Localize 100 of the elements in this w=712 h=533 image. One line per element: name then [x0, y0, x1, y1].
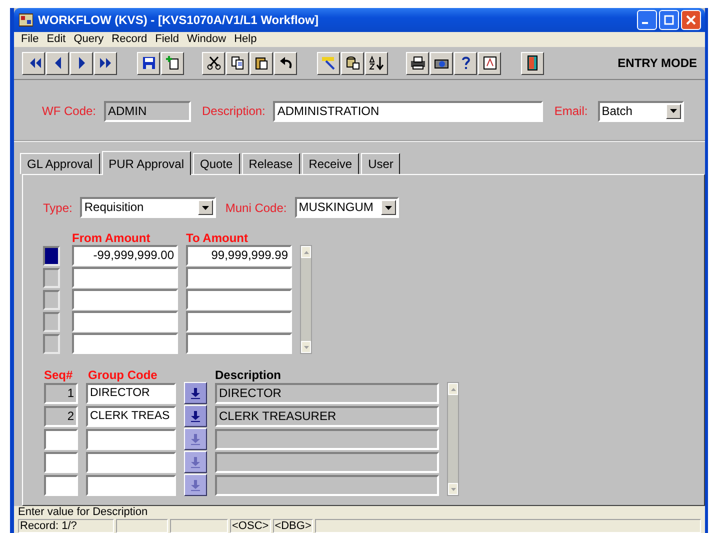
group-code-field[interactable] [86, 474, 176, 496]
field-label: WF Code: [42, 104, 96, 118]
group-description-field: DIRECTOR [215, 382, 439, 404]
status-flag: <OSC> [230, 519, 271, 533]
toolbar-button[interactable] [137, 52, 160, 75]
mode-indicator: ENTRY MODE [618, 56, 697, 70]
toolbar-button[interactable] [202, 52, 225, 75]
close-icon [686, 14, 696, 25]
menu-item[interactable]: Window [182, 33, 230, 46]
toolbar-button[interactable] [94, 52, 117, 75]
from-amount-field[interactable] [72, 311, 178, 332]
toolbar-button[interactable] [226, 52, 249, 75]
toolbar-button[interactable] [454, 52, 477, 75]
record-counter: Record: 1/? [18, 519, 114, 533]
sequence-field[interactable] [44, 428, 78, 450]
menu-item[interactable]: Record [108, 33, 152, 46]
to-amount-field[interactable]: 99,999,999.99 [186, 245, 292, 266]
toolbar-button[interactable] [341, 52, 364, 75]
to-amount-field[interactable] [186, 333, 292, 354]
tab[interactable]: Quote [192, 153, 240, 174]
menu-item[interactable]: File [17, 33, 43, 46]
column-header: Description [215, 368, 282, 382]
group-code-field[interactable]: DIRECTOR [86, 382, 176, 404]
status-message: Enter value for Description [18, 506, 149, 519]
toolbar-button[interactable] [250, 52, 273, 75]
record-indicator[interactable] [43, 246, 60, 266]
toolbar-button[interactable] [274, 52, 297, 75]
scroll-up-icon [450, 388, 456, 390]
menu-item[interactable]: Help [230, 33, 261, 46]
column-header: Group Code [88, 368, 158, 382]
tab[interactable]: Release [242, 153, 300, 174]
window-title: WORKFLOW (KVS) - [KVS1070A/V1/L1 Workflow] [38, 12, 320, 27]
toolbar-button[interactable] [70, 52, 93, 75]
download-arrow-icon [191, 434, 200, 444]
download-arrow-icon [191, 410, 200, 422]
paste-icon [254, 55, 270, 72]
status-cell [170, 519, 228, 533]
field-label: Email: [554, 104, 588, 118]
toolbar-button[interactable] [406, 52, 429, 75]
toolbar-button[interactable] [478, 52, 501, 75]
download-arrow-icon [191, 388, 200, 398]
download-arrow-icon [191, 480, 200, 490]
wf-code-field: ADMIN [104, 100, 192, 122]
scrollbar[interactable] [447, 382, 459, 496]
sequence-field[interactable] [44, 474, 78, 496]
sequence-field[interactable] [44, 452, 78, 472]
toolbar-button[interactable] [430, 52, 453, 75]
menu-item[interactable]: Field [151, 33, 183, 46]
undo-icon [278, 55, 294, 72]
description-field[interactable]: ADMINISTRATION [273, 100, 544, 122]
maximize-icon [664, 14, 674, 25]
email-dropdown[interactable]: Batch [598, 100, 684, 122]
sort-icon [368, 55, 384, 72]
close-button[interactable] [681, 10, 701, 30]
tab[interactable]: Receive [302, 153, 360, 174]
sequence-field: 2 [44, 406, 78, 426]
scroll-up-icon [304, 250, 308, 254]
field-label: Description: [202, 104, 266, 118]
toolbar-button[interactable] [22, 52, 45, 75]
menu-item[interactable]: Query [70, 33, 108, 46]
tab[interactable]: PUR Approval [102, 151, 191, 175]
sequence-field: 1 [44, 382, 78, 404]
from-amount-field[interactable] [72, 267, 178, 288]
scroll-down-icon [304, 346, 308, 348]
toolbar-button[interactable] [521, 52, 544, 75]
cut-icon [206, 55, 222, 72]
from-amount-field[interactable]: -99,999,999.00 [72, 245, 178, 266]
app-icon [19, 12, 33, 27]
from-amount-field[interactable] [72, 333, 178, 354]
tab[interactable]: User [361, 153, 400, 174]
tab[interactable]: GL Approval [20, 153, 100, 174]
column-header: Seq# [44, 368, 74, 382]
menu-item[interactable]: Edit [42, 33, 70, 46]
toolbar-button[interactable] [317, 52, 340, 75]
lookup-button[interactable] [184, 382, 207, 404]
toolbar-button[interactable] [365, 52, 388, 75]
toolbar-button[interactable] [46, 52, 69, 75]
status-flag: <DBG> [272, 519, 314, 533]
lookup-button[interactable] [184, 428, 207, 450]
field-label: Muni Code: [225, 200, 287, 214]
copy-icon [230, 55, 246, 72]
lookup-button[interactable] [184, 474, 207, 496]
type-dropdown[interactable]: Requisition [80, 197, 216, 218]
lookup-button[interactable] [184, 405, 207, 427]
to-amount-field[interactable] [186, 311, 292, 332]
door-icon [524, 55, 540, 72]
group-code-field[interactable] [86, 428, 176, 450]
lookup-button[interactable] [184, 451, 207, 473]
toolbar-button[interactable] [161, 52, 184, 75]
download-arrow-icon [191, 456, 200, 468]
maximize-button[interactable] [659, 10, 679, 30]
minimize-button[interactable] [637, 10, 657, 30]
group-code-field[interactable]: CLERK TREAS [86, 406, 176, 426]
from-amount-field[interactable] [72, 289, 178, 310]
to-amount-field[interactable] [186, 289, 292, 310]
caret-icon [198, 200, 214, 215]
to-amount-field[interactable] [186, 267, 292, 288]
group-code-field[interactable] [86, 452, 176, 472]
muni-code-dropdown[interactable]: MUSKINGUM [294, 197, 399, 218]
scrollbar[interactable] [300, 245, 312, 354]
